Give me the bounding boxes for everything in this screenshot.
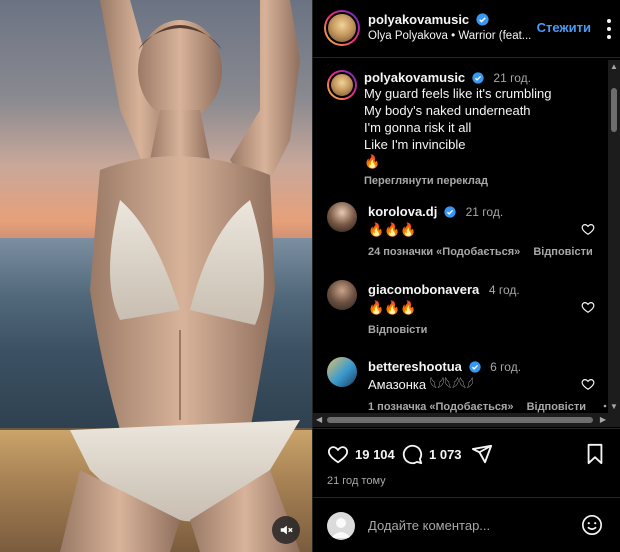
verified-badge-icon bbox=[476, 13, 489, 26]
comment-input[interactable] bbox=[368, 516, 568, 534]
scrollbar-thumb[interactable] bbox=[611, 88, 617, 132]
comments-count: 1 073 bbox=[429, 446, 462, 462]
comments-scrollbar-vertical[interactable]: ▲ ▼ bbox=[608, 60, 620, 413]
heart-icon bbox=[327, 446, 349, 464]
commenter-avatar[interactable] bbox=[327, 280, 357, 310]
caption-avatar[interactable] bbox=[327, 70, 357, 100]
caption-line: I'm gonna risk it all bbox=[364, 120, 472, 135]
verified-badge-icon bbox=[472, 72, 484, 84]
default-user-icon bbox=[331, 518, 351, 538]
media-figure bbox=[60, 0, 300, 552]
comments-scrollbar-horizontal[interactable]: ◀ ▶ bbox=[313, 413, 620, 427]
like-button[interactable]: 19 104 bbox=[327, 443, 395, 465]
caption-username[interactable]: polyakovamusic bbox=[364, 70, 465, 85]
see-translation-button[interactable]: Переглянути переклад bbox=[364, 175, 488, 187]
verified-badge-icon bbox=[444, 206, 456, 218]
reply-button[interactable]: Відповісти bbox=[533, 246, 592, 258]
paper-plane-icon bbox=[471, 444, 493, 464]
caption-line: My guard feels like it's crumbling bbox=[364, 86, 552, 101]
like-comment-icon[interactable] bbox=[581, 222, 595, 236]
emoji-icon[interactable] bbox=[581, 514, 603, 536]
caption-line: 🔥 bbox=[364, 154, 381, 169]
like-comment-icon[interactable] bbox=[581, 300, 595, 314]
comment-username[interactable]: korolova.dj bbox=[368, 204, 437, 219]
caption-time: 21 год. bbox=[493, 71, 531, 85]
save-button[interactable] bbox=[585, 443, 605, 465]
post-header: polyakovamusic Olya Polyakova • Warrior … bbox=[313, 0, 620, 58]
reply-button[interactable]: Відповісти bbox=[527, 401, 586, 413]
comments-list: polyakovamusic 21 год. My guard feels li… bbox=[313, 60, 620, 413]
comment-bubble-icon bbox=[402, 444, 423, 465]
bookmark-icon bbox=[587, 443, 603, 465]
scrollbar-thumb[interactable] bbox=[327, 417, 593, 423]
scroll-up-arrow-icon[interactable]: ▲ bbox=[610, 62, 618, 71]
commenter-avatar[interactable] bbox=[327, 202, 357, 232]
caption: polyakovamusic 21 год. My guard feels li… bbox=[364, 70, 594, 187]
share-button[interactable] bbox=[471, 443, 493, 465]
author-username[interactable]: polyakovamusic bbox=[368, 12, 469, 27]
add-comment-bar bbox=[313, 498, 620, 552]
comment-time: 21 год. bbox=[465, 205, 504, 219]
comment-button[interactable]: 1 073 bbox=[401, 443, 462, 465]
reply-button[interactable]: Відповісти bbox=[368, 324, 427, 336]
caption-line: Like I'm invincible bbox=[364, 137, 466, 152]
follow-button[interactable]: Стежити bbox=[537, 20, 591, 35]
comment-likes[interactable]: 24 позначки «Подобається» bbox=[368, 246, 520, 258]
verified-badge-icon bbox=[468, 361, 481, 373]
comment-time: 6 год. bbox=[490, 360, 522, 374]
post-timestamp: 21 год тому bbox=[327, 475, 386, 487]
more-icon[interactable] bbox=[599, 14, 619, 44]
comment-time: 4 год. bbox=[488, 283, 520, 297]
mute-button[interactable] bbox=[272, 516, 300, 544]
post-side-panel: polyakovamusic Olya Polyakova • Warrior … bbox=[312, 0, 620, 552]
speaker-muted-icon bbox=[280, 525, 293, 535]
current-user-avatar[interactable] bbox=[327, 512, 355, 540]
author-avatar[interactable] bbox=[324, 10, 360, 46]
scroll-down-arrow-icon[interactable]: ▼ bbox=[610, 402, 618, 411]
likes-count: 19 104 bbox=[355, 446, 395, 462]
comment-likes[interactable]: 1 позначка «Подобається» bbox=[368, 401, 514, 413]
audio-track-link[interactable]: Olya Polyakova • Warrior (feat... bbox=[368, 30, 531, 42]
scroll-left-arrow-icon[interactable]: ◀ bbox=[316, 415, 322, 424]
post-media[interactable] bbox=[0, 0, 312, 552]
post-actions-bar: 19 104 1 073 21 год тому bbox=[313, 428, 620, 498]
comment-username[interactable]: giacomobonavera bbox=[368, 282, 479, 297]
comment-username[interactable]: betteresh​ootua bbox=[368, 359, 462, 374]
like-comment-icon[interactable] bbox=[581, 377, 595, 391]
commenter-avatar[interactable] bbox=[327, 357, 357, 387]
caption-line: My body's naked underneath bbox=[364, 103, 531, 118]
scroll-right-arrow-icon[interactable]: ▶ bbox=[600, 415, 606, 424]
